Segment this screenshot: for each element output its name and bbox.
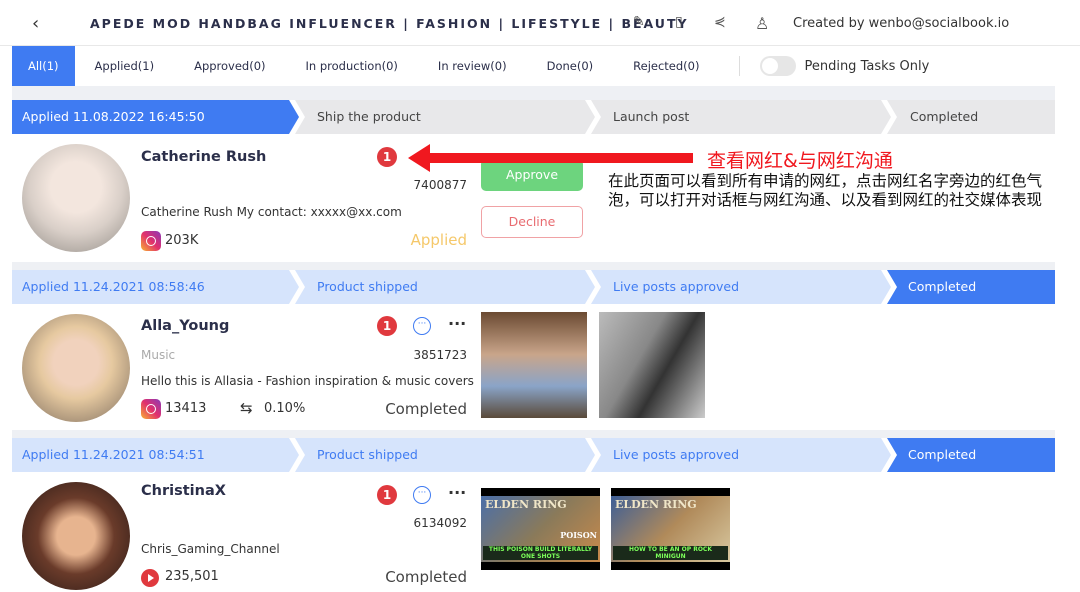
status-tabs: All(1) Applied(1) Approved(0) In product… (12, 46, 1055, 86)
post-thumbnail[interactable] (599, 312, 705, 418)
more-icon[interactable]: ··· (448, 314, 466, 333)
share-icon[interactable]: ⋞ (714, 14, 726, 30)
influencer-name[interactable]: Catherine Rush (141, 149, 266, 165)
step-launch: Launch post (591, 100, 891, 134)
status-label: Completed (385, 400, 467, 418)
influencer-id: 3851723 (413, 348, 467, 362)
avatar[interactable] (22, 314, 130, 422)
instagram-icon (141, 231, 161, 251)
thumbnail-tag: POISON (560, 530, 597, 540)
divider (12, 262, 1055, 270)
influencer-row: Alla_Young 1 ··· ··· Music 3851723 Hello… (12, 304, 1055, 430)
chat-icon[interactable]: ··· (413, 317, 431, 335)
step-shipped: Product shipped (295, 270, 595, 304)
step-posts-approved: Live posts approved (591, 438, 891, 472)
pending-toggle-label: Pending Tasks Only (804, 58, 930, 74)
engagement-icon: ⇆ (240, 399, 253, 417)
influencer-category: Music (141, 348, 176, 362)
youtube-icon (141, 569, 159, 587)
pending-toggle[interactable] (760, 56, 797, 76)
more-icon[interactable]: ··· (448, 483, 466, 502)
thumbnail-caption: HOW TO BE AN OP ROCK MINIGUN (613, 546, 728, 560)
document-icon[interactable]: ▯ (675, 14, 683, 30)
divider (739, 56, 741, 76)
tab-applied[interactable]: Applied(1) (75, 46, 175, 86)
divider (12, 430, 1055, 438)
followers: 13413 (165, 401, 207, 416)
influencer-id: 7400877 (413, 178, 467, 192)
step-shipped: Product shipped (295, 438, 595, 472)
thumbnail-brand: ELDEN RING (615, 498, 697, 511)
followers: 235,501 (165, 569, 219, 584)
annotation-arrow-icon (408, 144, 693, 172)
tab-in-review[interactable]: In review(0) (418, 46, 527, 86)
tab-approved[interactable]: Approved(0) (174, 46, 285, 86)
tab-done[interactable]: Done(0) (527, 46, 614, 86)
influencer-bio: Chris_Gaming_Channel (141, 542, 280, 556)
engagement-rate: 0.10% (264, 401, 306, 416)
back-icon[interactable]: ‹ (32, 13, 39, 34)
annotation-body: 在此页面可以看到所有申请的网红，点击网红名字旁边的红色气泡，可以打开对话框与网红… (607, 172, 1042, 209)
thumbnail-brand: ELDEN RING (485, 498, 567, 511)
tab-rejected[interactable]: Rejected(0) (613, 46, 719, 86)
divider (12, 86, 1055, 100)
tab-all[interactable]: All(1) (12, 46, 75, 86)
decline-button[interactable]: Decline (481, 206, 583, 238)
header: ‹ APEDE MOD HANDBAG INFLUENCER | FASHION… (0, 0, 1080, 46)
status-label: Completed (385, 568, 467, 586)
influencer-bio: Hello this is Allasia - Fashion inspirat… (141, 374, 474, 388)
message-badge[interactable]: 1 (377, 147, 397, 167)
message-badge[interactable]: 1 (377, 485, 397, 505)
influencer-row: ChristinaX 1 ··· ··· 6134092 Chris_Gamin… (12, 472, 1055, 592)
influencer-name[interactable]: Alla_Young (141, 318, 229, 334)
step-applied: Applied 11.24.2021 08:58:46 (12, 270, 299, 304)
video-thumbnail[interactable]: ELDEN RING POISON THIS POISON BUILD LITE… (481, 488, 600, 570)
campaign-title: APEDE MOD HANDBAG INFLUENCER | FASHION |… (90, 16, 689, 31)
annotation-title: 查看网红&与网红沟通 (707, 150, 893, 172)
step-completed: Completed (887, 100, 1055, 134)
progress-stepper: Applied 11.08.2022 16:45:50 Ship the pro… (12, 100, 1055, 134)
instagram-icon (141, 399, 161, 419)
step-completed: Completed (887, 438, 1055, 472)
chat-icon[interactable]: ··· (413, 486, 431, 504)
post-thumbnail[interactable] (481, 312, 587, 418)
step-ship: Ship the product (295, 100, 595, 134)
video-thumbnail[interactable]: ELDEN RING HOW TO BE AN OP ROCK MINIGUN (611, 488, 730, 570)
tab-in-production[interactable]: In production(0) (286, 46, 418, 86)
step-completed: Completed (887, 270, 1055, 304)
progress-stepper: Applied 11.24.2021 08:58:46 Product ship… (12, 270, 1055, 304)
avatar[interactable] (22, 482, 130, 590)
followers: 203K (165, 233, 199, 248)
influencer-name[interactable]: ChristinaX (141, 483, 226, 499)
step-applied: Applied 11.24.2021 08:54:51 (12, 438, 299, 472)
influencer-bio: Catherine Rush My contact: xxxxx@xx.com (141, 205, 402, 219)
creator-label: Created by wenbo@socialbook.io (793, 16, 1010, 31)
edit-icon[interactable]: ✎ (633, 14, 645, 30)
influencer-id: 6134092 (413, 516, 467, 530)
avatar[interactable] (22, 144, 130, 252)
step-posts-approved: Live posts approved (591, 270, 891, 304)
progress-stepper: Applied 11.24.2021 08:54:51 Product ship… (12, 438, 1055, 472)
message-badge[interactable]: 1 (377, 316, 397, 336)
user-icon[interactable]: ♙ (755, 14, 769, 33)
status-label: Applied (410, 231, 467, 249)
step-applied: Applied 11.08.2022 16:45:50 (12, 100, 299, 134)
thumbnail-caption: THIS POISON BUILD LITERALLY ONE SHOTS (483, 546, 598, 560)
